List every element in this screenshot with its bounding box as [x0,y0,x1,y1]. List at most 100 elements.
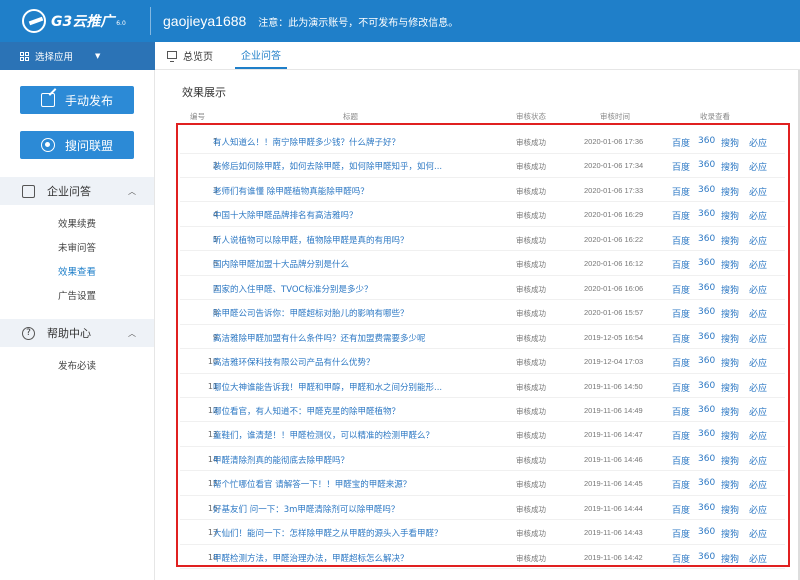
baidu-link[interactable]: 百度 [672,356,690,369]
baidu-link[interactable]: 百度 [672,160,690,173]
bing-link[interactable]: 必应 [749,454,767,467]
sogou-link[interactable]: 搜狗 [721,258,739,271]
360-link[interactable]: 360 [698,381,715,391]
question-title-link[interactable]: 有人知道么！！南宁除甲醛多少钱？什么牌子好？ [213,136,483,148]
question-title-link[interactable]: 帮个忙哪位看官 请解答一下！！甲醛宝的甲醛来源？ [213,478,483,490]
bing-link[interactable]: 必应 [749,136,767,149]
sogou-link[interactable]: 搜狗 [721,136,739,149]
360-link[interactable]: 360 [698,405,715,415]
tab-enterprise-qa[interactable]: 企业问答 [235,41,287,69]
sidebar-item-effect-view[interactable]: 效果查看 [58,264,96,278]
baidu-link[interactable]: 百度 [672,185,690,198]
bing-link[interactable]: 必应 [749,405,767,418]
bing-link[interactable]: 必应 [749,234,767,247]
360-link[interactable]: 360 [698,527,715,537]
sogou-link[interactable]: 搜狗 [721,478,739,491]
360-link[interactable]: 360 [698,552,715,562]
sogou-link[interactable]: 搜狗 [721,405,739,418]
360-link[interactable]: 360 [698,454,715,464]
sogou-link[interactable]: 搜狗 [721,429,739,442]
baidu-link[interactable]: 百度 [672,209,690,222]
sogou-link[interactable]: 搜狗 [721,356,739,369]
bing-link[interactable]: 必应 [749,552,767,565]
bing-link[interactable]: 必应 [749,527,767,540]
question-title-link[interactable]: 高洁雅除甲醛加盟有什么条件吗？还有加盟费需要多少呢 [213,332,483,344]
sidebar-item-effect-renew[interactable]: 效果续费 [58,216,96,230]
360-link[interactable]: 360 [698,160,715,170]
sogou-link[interactable]: 搜狗 [721,503,739,516]
baidu-link[interactable]: 百度 [672,307,690,320]
select-app-dropdown[interactable]: 选择应用 ▼ [0,42,155,70]
sidebar-section-enterprise-qa[interactable]: 企业问答 ︿ [0,177,154,205]
360-link[interactable]: 360 [698,185,715,195]
bing-link[interactable]: 必应 [749,429,767,442]
question-title-link[interactable]: 哪位看官，有人知道不：甲醛克星的除甲醛植物？ [213,405,483,417]
sogou-link[interactable]: 搜狗 [721,209,739,222]
bing-link[interactable]: 必应 [749,209,767,222]
sogou-link[interactable]: 搜狗 [721,454,739,467]
sidebar-item-unreviewed-qa[interactable]: 未审问答 [58,240,96,254]
360-link[interactable]: 360 [698,478,715,488]
baidu-link[interactable]: 百度 [672,258,690,271]
question-title-link[interactable]: 听人说植物可以除甲醛，植物除甲醛是真的有用吗？ [213,234,483,246]
baidu-link[interactable]: 百度 [672,381,690,394]
question-title-link[interactable]: 大仙们！能问一下：怎样除甲醛之从甲醛的源头入手看甲醛？ [213,527,483,539]
360-link[interactable]: 360 [698,234,715,244]
question-title-link[interactable]: 哪位大神谁能告诉我！甲醛和甲醇，甲醛和水之间分别能形... [213,381,483,393]
tab-overview[interactable]: 总览页 [161,41,219,69]
question-title-link[interactable]: 中国十大除甲醛品牌排名有高洁雅吗？ [213,209,483,221]
baidu-link[interactable]: 百度 [672,503,690,516]
sogou-link[interactable]: 搜狗 [721,381,739,394]
sogou-link[interactable]: 搜狗 [721,283,739,296]
baidu-link[interactable]: 百度 [672,429,690,442]
360-link[interactable]: 360 [698,209,715,219]
bing-link[interactable]: 必应 [749,503,767,516]
sogou-link[interactable]: 搜狗 [721,185,739,198]
baidu-link[interactable]: 百度 [672,332,690,345]
baidu-link[interactable]: 百度 [672,552,690,565]
bing-link[interactable]: 必应 [749,307,767,320]
question-title-link[interactable]: 老师们有谁懂 除甲醛植物真能除甲醛吗？ [213,185,483,197]
baidu-link[interactable]: 百度 [672,478,690,491]
question-title-link[interactable]: 高洁雅环保科技有限公司产品有什么优势？ [213,356,483,368]
baidu-link[interactable]: 百度 [672,527,690,540]
sidebar-section-help-center[interactable]: ? 帮助中心 ︿ [0,319,154,347]
sidebar-item-publish-guide[interactable]: 发布必读 [58,358,96,372]
search-alliance-button[interactable]: 搜问联盟 [20,131,134,159]
question-title-link[interactable]: 装修后如何除甲醛，如何去除甲醛，如何除甲醛知乎，如何... [213,160,483,172]
baidu-link[interactable]: 百度 [672,136,690,149]
logo[interactable]: G3云推广 6.0 [0,9,150,33]
360-link[interactable]: 360 [698,283,715,293]
bing-link[interactable]: 必应 [749,478,767,491]
baidu-link[interactable]: 百度 [672,283,690,296]
bing-link[interactable]: 必应 [749,381,767,394]
360-link[interactable]: 360 [698,307,715,317]
question-title-link[interactable]: 好基友们 问一下：3m甲醛清除剂可以除甲醛吗？ [213,503,483,515]
question-title-link[interactable]: 童鞋们，谁清楚！！甲醛检测仪，可以精准的检测甲醛么？ [213,429,483,441]
question-title-link[interactable]: 国家的入住甲醛、TVOC标准分别是多少？ [213,283,483,295]
bing-link[interactable]: 必应 [749,332,767,345]
baidu-link[interactable]: 百度 [672,405,690,418]
360-link[interactable]: 360 [698,503,715,513]
bing-link[interactable]: 必应 [749,356,767,369]
bing-link[interactable]: 必应 [749,283,767,296]
manual-publish-button[interactable]: 手动发布 [20,86,134,114]
bing-link[interactable]: 必应 [749,258,767,271]
360-link[interactable]: 360 [698,356,715,366]
bing-link[interactable]: 必应 [749,185,767,198]
baidu-link[interactable]: 百度 [672,454,690,467]
sogou-link[interactable]: 搜狗 [721,527,739,540]
sogou-link[interactable]: 搜狗 [721,160,739,173]
question-title-link[interactable]: 甲醛检测方法，甲醛治理办法，甲醛超标怎么解决？ [213,552,483,564]
question-title-link[interactable]: 甲醛清除剂真的能彻底去除甲醛吗？ [213,454,483,466]
sidebar-item-ad-settings[interactable]: 广告设置 [58,288,96,302]
360-link[interactable]: 360 [698,332,715,342]
360-link[interactable]: 360 [698,429,715,439]
sogou-link[interactable]: 搜狗 [721,332,739,345]
bing-link[interactable]: 必应 [749,160,767,173]
360-link[interactable]: 360 [698,258,715,268]
baidu-link[interactable]: 百度 [672,234,690,247]
question-title-link[interactable]: 国内除甲醛加盟十大品牌分别是什么 [213,258,483,270]
question-title-link[interactable]: 除甲醛公司告诉你：甲醛超标对胎儿的影响有哪些？ [213,307,483,319]
sogou-link[interactable]: 搜狗 [721,307,739,320]
